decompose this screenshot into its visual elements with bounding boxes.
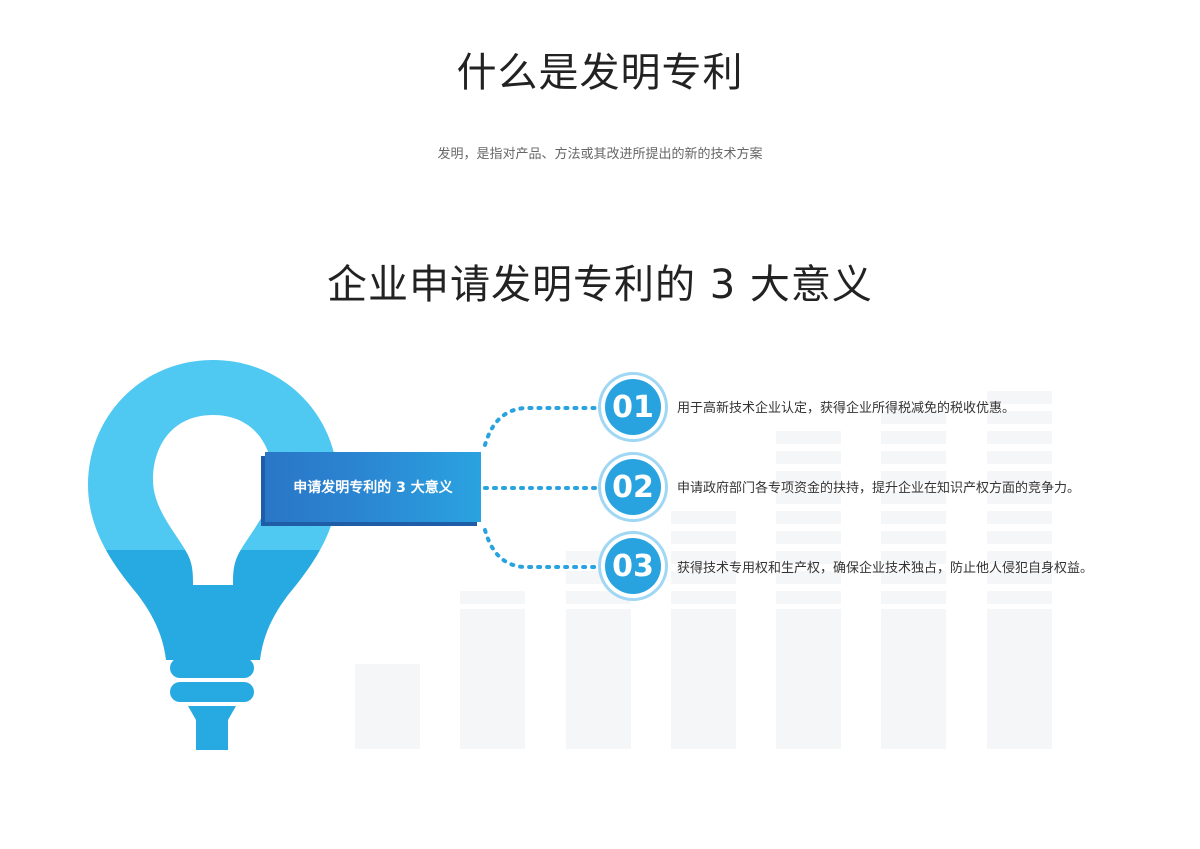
background-bar <box>881 411 946 749</box>
section-heading: 企业申请发明专利的 3 大意义 <box>327 262 873 308</box>
item-number-2: 02 <box>605 459 661 515</box>
item-number-3: 03 <box>605 538 661 594</box>
page: 什么是发明专利 发明，是指对产品、方法或其改进所提出的新的技术方案 企业申请发明… <box>0 0 1200 849</box>
background-bar <box>355 664 420 749</box>
item-text-3: 获得技术专用权和生产权，确保企业技术独占，防止他人侵犯自身权益。 <box>677 561 1094 576</box>
page-title: 什么是发明专利 <box>456 50 744 96</box>
background-bar <box>460 589 525 749</box>
page-subtitle: 发明，是指对产品、方法或其改进所提出的新的技术方案 <box>437 147 763 162</box>
connector-lines <box>483 406 610 569</box>
background-bar <box>671 489 736 749</box>
item-text-2: 申请政府部门各专项资金的扶持，提升企业在知识产权方面的竞争力。 <box>677 481 1081 496</box>
item-number-1: 01 <box>605 379 661 435</box>
center-label: 申请发明专利的 3 大意义 <box>265 452 481 522</box>
item-text-1: 用于高新技术企业认定，获得企业所得税减免的税收优惠。 <box>677 401 1016 416</box>
lightbulb-icon <box>88 360 338 750</box>
background-bar <box>776 424 841 749</box>
